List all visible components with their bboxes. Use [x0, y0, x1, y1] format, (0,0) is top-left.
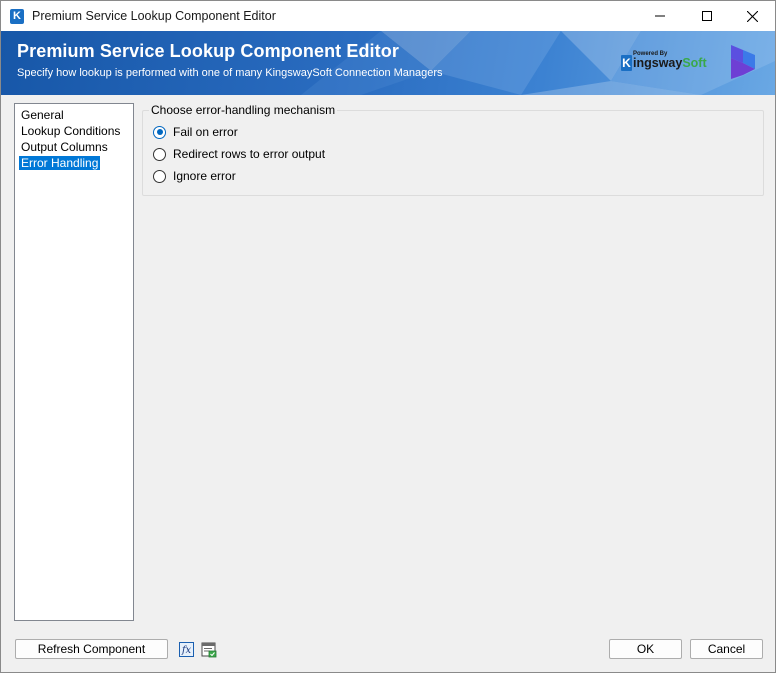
logo-name-accent: Soft — [682, 56, 707, 70]
refresh-component-button[interactable]: Refresh Component — [15, 639, 168, 659]
header-banner: Premium Service Lookup Component Editor … — [1, 31, 775, 95]
logo-k-mark: K — [621, 55, 632, 71]
dynamics-365-icon — [731, 45, 755, 79]
maximize-icon — [702, 11, 712, 21]
nav-item-general[interactable]: General — [19, 108, 66, 122]
ok-button[interactable]: OK — [609, 639, 682, 659]
editor-window: K Premium Service Lookup Component Edito… — [0, 0, 776, 673]
radio-button[interactable] — [153, 169, 166, 183]
page-list[interactable]: General Lookup Conditions Output Columns… — [14, 103, 134, 621]
nav-item-error-handling[interactable]: Error Handling — [19, 156, 101, 170]
title-bar[interactable]: K Premium Service Lookup Component Edito… — [1, 1, 775, 31]
window-title: Premium Service Lookup Component Editor — [32, 9, 276, 23]
logo-name-main: ingsway — [633, 56, 683, 70]
expression-fx-icon[interactable]: fx — [179, 642, 194, 657]
radio-fail-on-error[interactable]: Fail on error — [153, 124, 238, 140]
variables-icon[interactable] — [201, 642, 217, 658]
nav-item-lookup-conditions[interactable]: Lookup Conditions — [19, 124, 122, 138]
radio-button[interactable] — [153, 125, 166, 139]
radio-label: Ignore error — [173, 169, 236, 183]
error-handling-legend: Choose error-handling mechanism — [149, 103, 338, 117]
radio-button[interactable] — [153, 147, 166, 161]
close-button[interactable] — [729, 1, 775, 31]
radio-label: Fail on error — [173, 125, 238, 139]
nav-item-output-columns[interactable]: Output Columns — [19, 140, 110, 154]
cancel-button[interactable]: Cancel — [690, 639, 763, 659]
minimize-icon — [655, 15, 665, 17]
kingswaysoft-logo: Powered By K ingswaySoft — [621, 51, 711, 75]
radio-label: Redirect rows to error output — [173, 147, 326, 161]
maximize-button[interactable] — [684, 1, 730, 31]
radio-ignore-error[interactable]: Ignore error — [153, 168, 236, 184]
minimize-button[interactable] — [637, 1, 683, 31]
banner-title: Premium Service Lookup Component Editor — [17, 41, 399, 61]
logo-wordmark: ingswaySoft — [633, 56, 707, 70]
app-icon: K — [10, 9, 24, 24]
banner-subtitle: Specify how lookup is performed with one… — [17, 67, 443, 79]
radio-redirect-rows[interactable]: Redirect rows to error output — [153, 146, 325, 162]
close-icon — [746, 10, 758, 22]
